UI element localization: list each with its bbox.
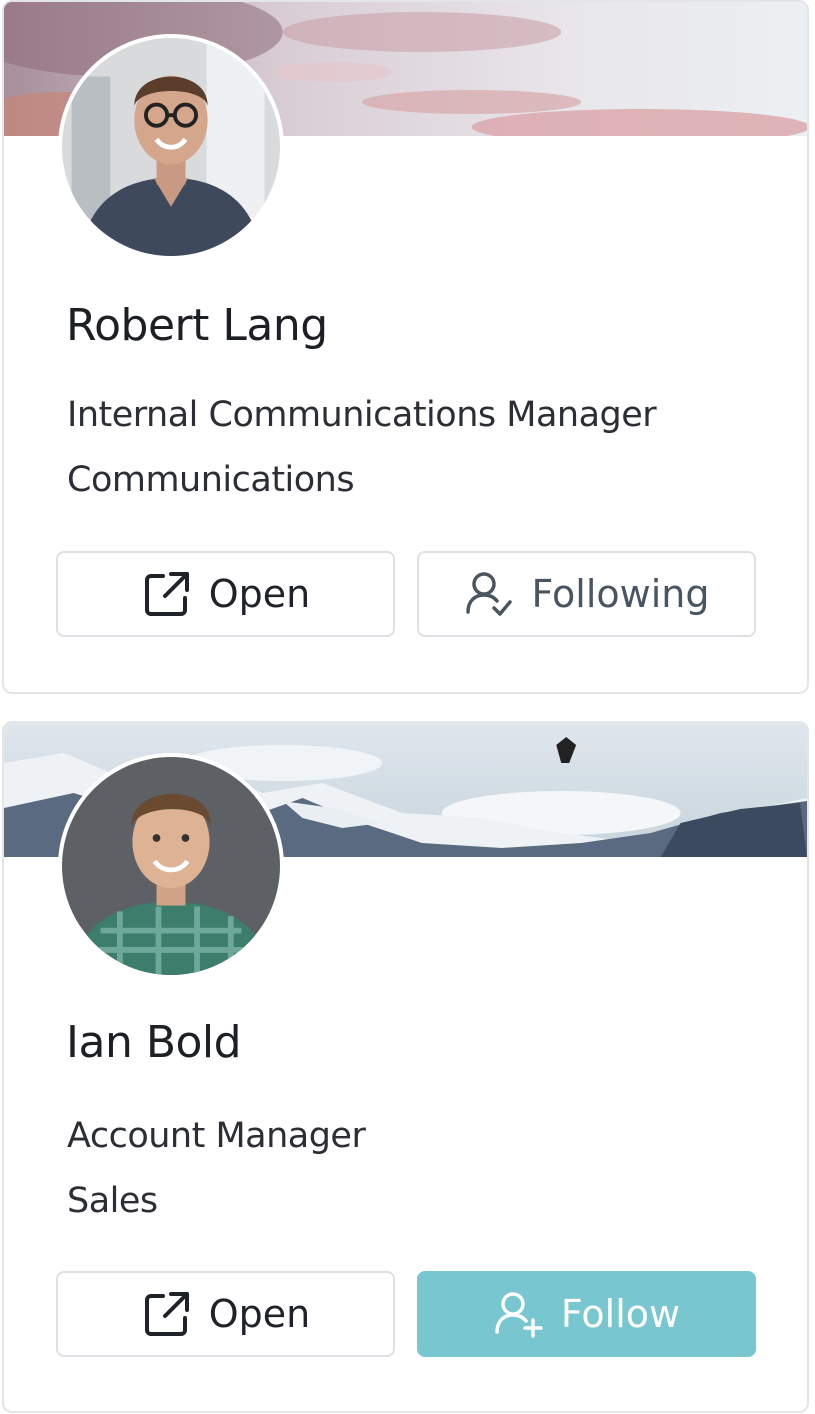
department: Communications xyxy=(67,460,355,500)
external-link-icon xyxy=(141,568,193,620)
profile-card: Robert Lang Internal Communications Mana… xyxy=(2,0,809,694)
following-button[interactable]: Following xyxy=(417,551,756,637)
external-link-icon xyxy=(141,1288,193,1340)
profile-name: Robert Lang xyxy=(66,300,328,351)
user-check-icon xyxy=(464,568,516,620)
department: Sales xyxy=(67,1181,158,1221)
user-plus-icon xyxy=(493,1288,545,1340)
open-button[interactable]: Open xyxy=(56,1271,395,1357)
profile-name: Ian Bold xyxy=(66,1017,242,1068)
open-button[interactable]: Open xyxy=(56,551,395,637)
open-button-label: Open xyxy=(208,572,311,616)
open-button-label: Open xyxy=(208,1292,311,1336)
following-button-label: Following xyxy=(531,572,710,616)
follow-button[interactable]: Follow xyxy=(417,1271,756,1357)
job-title: Account Manager xyxy=(67,1116,366,1156)
avatar xyxy=(58,34,284,260)
job-title: Internal Communications Manager xyxy=(67,395,657,435)
avatar xyxy=(58,753,284,979)
profile-card: Ian Bold Account Manager Sales Open Foll… xyxy=(2,721,809,1413)
follow-button-label: Follow xyxy=(560,1292,681,1336)
